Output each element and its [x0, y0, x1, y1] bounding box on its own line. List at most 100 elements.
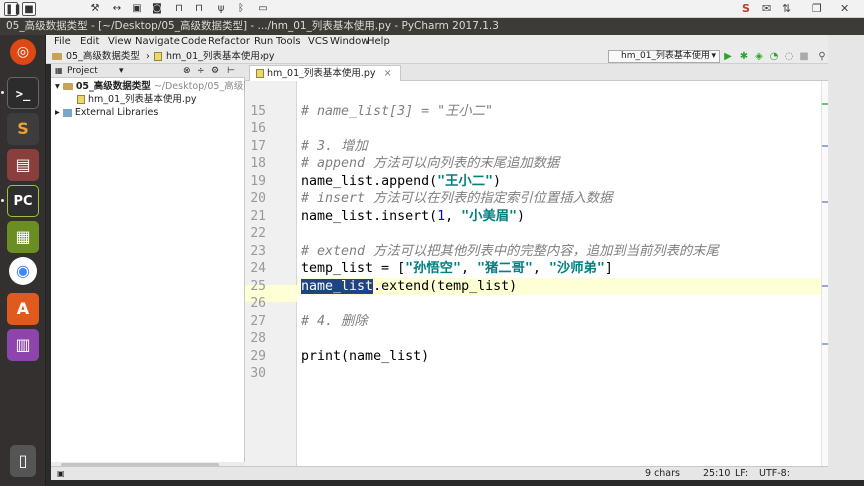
chrome-icon[interactable]: ◉: [9, 257, 37, 285]
search-icon[interactable]: ⚲: [816, 50, 828, 63]
code-text: temp_list = [: [301, 261, 406, 276]
clipboard-icon[interactable]: ▣: [130, 2, 144, 16]
string-literal: "小美眉": [461, 208, 518, 224]
tree-external-libraries[interactable]: ▸ External Libraries: [55, 106, 158, 119]
breadcrumb-file[interactable]: hm_01_列表基本使用.py: [166, 49, 275, 64]
identifier: name_list: [301, 173, 374, 189]
file-encoding[interactable]: UTF-8:: [759, 467, 790, 480]
software-center-icon[interactable]: A: [7, 293, 39, 325]
editor-tab-bar: hm_01_列表基本使用.py ×: [245, 64, 828, 81]
tool-window-icon[interactable]: ▣: [57, 467, 65, 480]
line-number: 24: [250, 261, 266, 276]
close-window-icon[interactable]: ✕: [840, 2, 849, 16]
code-editor[interactable]: # name_list[3] = "王小二" # 3. 增加 # append …: [297, 81, 821, 466]
code-line-15: # name_list[3] = "王小二": [301, 103, 493, 121]
camera-icon[interactable]: ◙: [150, 2, 164, 16]
menu-window[interactable]: Window: [330, 35, 369, 49]
caret-position[interactable]: 25:10: [703, 467, 730, 480]
coverage-icon[interactable]: ◈: [753, 50, 765, 63]
lock-icon[interactable]: ⊓: [172, 2, 186, 16]
project-panel-header: ▦ Project ▾ ⊗ ÷ ⚙ ⊢: [51, 64, 245, 78]
menu-file[interactable]: File: [54, 35, 71, 49]
menu-refactor[interactable]: Refactor: [208, 35, 250, 49]
settings-icon[interactable]: ⚙: [211, 64, 219, 78]
string-literal: "猪二哥": [477, 261, 533, 276]
menu-navigate[interactable]: Navigate: [135, 35, 180, 49]
code-line-27: # 4. 删除: [301, 313, 368, 331]
breadcrumb-project[interactable]: 05_高级数据类型: [66, 49, 140, 64]
code-text: ,: [460, 261, 477, 276]
string-literal: "王小二": [437, 173, 494, 189]
tree-root-name: 05_高级数据类型: [75, 81, 151, 92]
run-configuration-select[interactable]: hm_01_列表基本使用 ▾: [608, 50, 720, 63]
sync-icon[interactable]: ⊗: [183, 64, 191, 78]
profile-icon[interactable]: ◔: [768, 50, 780, 63]
recorder-toolbar: ❚❚ ■ ⚒ ↔ ▣ ◙ ⊓ ⊓ ψ ᛒ ▭ S ✉ ⇅ ❐ ✕: [0, 0, 864, 18]
workspace-icon[interactable]: ▥: [7, 329, 39, 361]
pause-icon[interactable]: ❚❚: [4, 2, 22, 16]
dropdown-arrow-icon: ▾: [119, 66, 124, 76]
close-tab-icon[interactable]: ×: [384, 68, 392, 79]
code-line-29: print(name_list): [301, 348, 429, 366]
line-number: 18: [250, 156, 266, 171]
menu-edit[interactable]: Edit: [80, 35, 99, 49]
collapse-arrow-icon: ▸: [55, 107, 60, 118]
wrench-icon[interactable]: ⚒: [88, 2, 102, 16]
lock-icon-2[interactable]: ⊓: [192, 2, 206, 16]
line-separator[interactable]: LF:: [735, 467, 748, 480]
bluetooth-icon[interactable]: ᛒ: [234, 2, 248, 16]
restore-window-icon[interactable]: ❐: [812, 2, 822, 16]
concurrency-icon[interactable]: ◌: [783, 50, 795, 63]
identifier: name_list: [349, 348, 422, 364]
menu-bar: File Edit View Navigate Code Refactor Ru…: [46, 35, 828, 49]
code-text: ): [493, 173, 502, 189]
trash-icon[interactable]: ▯: [10, 445, 36, 477]
menu-help[interactable]: Help: [367, 35, 390, 49]
project-view-selector[interactable]: Project: [67, 64, 98, 78]
menu-run[interactable]: Run: [254, 35, 273, 49]
code-text: .insert(: [373, 208, 438, 224]
run-config-label: hm_01_列表基本使用: [621, 51, 710, 61]
pycharm-icon[interactable]: PC: [7, 185, 39, 217]
code-text: .extend(temp_list): [373, 278, 518, 294]
debug-icon[interactable]: ✱: [738, 50, 750, 63]
code-line-17: # 3. 增加: [301, 138, 368, 156]
tree-file-item[interactable]: hm_01_列表基本使用.py: [77, 93, 197, 106]
tree-root-folder[interactable]: ▾ 05_高级数据类型 ~/Desktop/05_高级数: [55, 80, 253, 93]
network-icon[interactable]: ⇅: [782, 2, 791, 16]
navigation-bar: 05_高级数据类型 › hm_01_列表基本使用.py › hm_01_列表基本…: [46, 49, 828, 64]
monitor-icon[interactable]: ▭: [256, 2, 270, 16]
tree-root-path: ~/Desktop/05_高级数: [153, 81, 253, 92]
code-line-19: name_list.append("王小二"): [301, 173, 501, 191]
stop-run-icon[interactable]: ■: [798, 50, 810, 63]
running-indicator: [1, 91, 4, 94]
menu-code[interactable]: Code: [181, 35, 207, 49]
python-file-icon: [154, 49, 165, 64]
line-number: 25: [250, 278, 266, 294]
terminal-icon[interactable]: >_: [7, 77, 39, 109]
files-icon[interactable]: ▤: [7, 149, 39, 181]
chat-icon[interactable]: ✉: [762, 2, 771, 16]
line-number: 15: [250, 103, 266, 119]
line-number: 16: [250, 121, 266, 136]
code-line-25: name_list.extend(temp_list): [301, 278, 517, 296]
book-icon[interactable]: ▦: [7, 221, 39, 253]
editor-scrollbar[interactable]: [821, 81, 828, 466]
resize-icon[interactable]: ↔: [110, 2, 124, 16]
editor-tab-active[interactable]: hm_01_列表基本使用.py ×: [249, 65, 401, 81]
run-icon[interactable]: ▶: [722, 50, 734, 63]
hide-panel-icon[interactable]: ⊢: [227, 64, 235, 78]
usb-icon[interactable]: ψ: [214, 2, 228, 16]
collapse-icon[interactable]: ÷: [197, 64, 205, 78]
stop-icon[interactable]: ■: [22, 2, 36, 16]
menu-view[interactable]: View: [108, 35, 132, 49]
string-literal: "孙悟空": [405, 261, 461, 276]
menu-tools[interactable]: Tools: [276, 35, 301, 49]
sublime-icon[interactable]: S: [7, 113, 39, 145]
ubuntu-logo-icon[interactable]: ◎: [10, 39, 36, 65]
line-number: 27: [250, 313, 266, 329]
line-number-gutter: 15 16 17 18 19 20 21 22 23 24 25 26 27 2…: [245, 81, 297, 466]
menu-vcs[interactable]: VCS: [308, 35, 328, 49]
comment: # extend 方法可以把其他列表中的完整内容，追加到当前列表的末尾: [301, 243, 719, 259]
line-number: 23: [250, 243, 266, 259]
